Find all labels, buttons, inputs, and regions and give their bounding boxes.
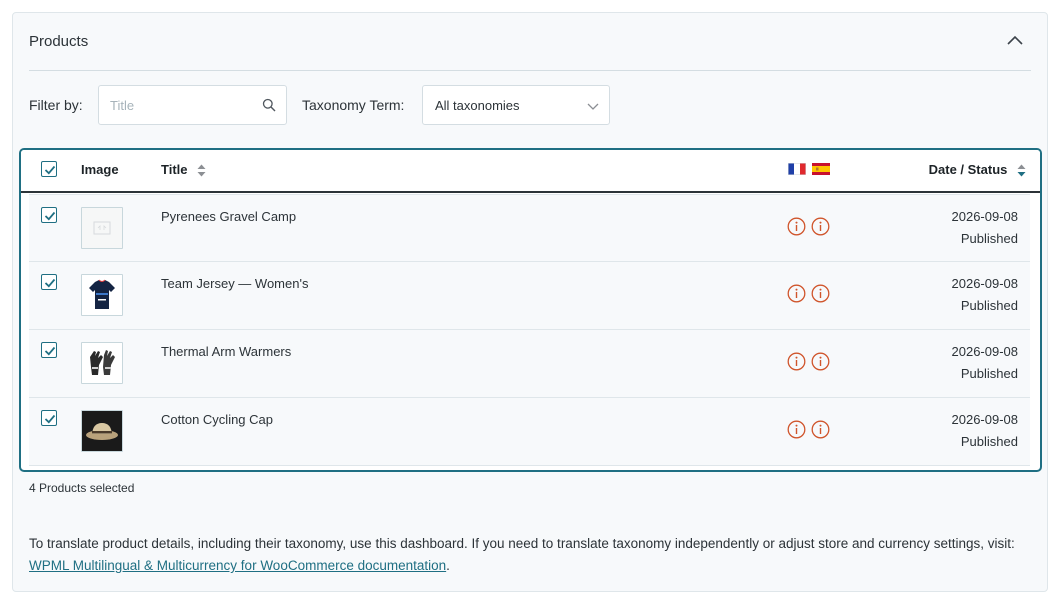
row-checkbox[interactable] <box>41 207 57 223</box>
taxonomy-select[interactable]: All taxonomies <box>422 85 610 125</box>
products-table: Image Title Date / Status Pyrenees Grave… <box>19 148 1042 472</box>
header-date-status[interactable]: Date / Status <box>929 162 1026 177</box>
product-date: 2026-09-08 <box>951 412 1019 427</box>
product-status: Published <box>960 231 1018 246</box>
product-thumbnail <box>81 342 123 384</box>
table-row: Thermal Arm Warmers 2026-09-08 Published <box>29 330 1030 398</box>
title-search-input[interactable] <box>100 87 255 123</box>
filter-label: Filter by: <box>29 97 83 113</box>
product-title: Pyrenees Gravel Camp <box>161 209 297 224</box>
products-panel: Products Filter by: Taxonomy Term: All t… <box>12 12 1048 592</box>
es-flag-icon <box>812 163 830 175</box>
product-title: Thermal Arm Warmers <box>161 344 292 359</box>
translation-needed-icon[interactable] <box>787 217 806 236</box>
translation-needed-icon[interactable] <box>811 217 830 236</box>
row-checkbox[interactable] <box>41 410 57 426</box>
taxonomy-label: Taxonomy Term: <box>302 97 405 113</box>
footer-text: To translate product details, including … <box>29 536 1015 551</box>
checkmark-icon <box>44 211 56 221</box>
row-checkbox[interactable] <box>41 274 57 290</box>
product-status: Published <box>960 434 1018 449</box>
translation-needed-icon[interactable] <box>787 284 806 303</box>
table-header: Image Title Date / Status <box>21 150 1040 193</box>
product-title: Cotton Cycling Cap <box>161 412 273 427</box>
title-search-box <box>98 85 287 125</box>
checkmark-icon <box>44 414 56 424</box>
selected-count: 4 Products selected <box>29 481 135 495</box>
documentation-link[interactable]: WPML Multilingual & Multicurrency for Wo… <box>29 558 446 573</box>
select-all-checkbox[interactable] <box>41 161 57 177</box>
product-title: Team Jersey — Women's <box>161 276 309 291</box>
header-title[interactable]: Title <box>161 162 206 177</box>
table-row: Team Jersey — Women's 2026-09-08 Publish… <box>29 262 1030 330</box>
translation-needed-icon[interactable] <box>811 284 830 303</box>
table-row: Cotton Cycling Cap 2026-09-08 Published <box>29 398 1030 466</box>
header-date-status-label: Date / Status <box>928 162 1008 177</box>
translation-needed-icon[interactable] <box>811 352 830 371</box>
search-icon[interactable] <box>262 98 276 112</box>
panel-header: Products <box>29 13 1031 71</box>
collapse-button[interactable] <box>1003 29 1027 53</box>
filter-row: Filter by: Taxonomy Term: All taxonomies <box>29 85 1031 125</box>
header-title-label: Title <box>161 162 188 177</box>
footer-note: To translate product details, including … <box>29 533 1029 577</box>
product-date: 2026-09-08 <box>951 209 1019 224</box>
panel-title: Products <box>29 33 89 50</box>
sort-icon <box>197 164 206 177</box>
gloves-image <box>82 343 122 383</box>
translation-needed-icon[interactable] <box>787 420 806 439</box>
chevron-down-icon <box>587 103 599 110</box>
row-checkbox[interactable] <box>41 342 57 358</box>
table-row: Pyrenees Gravel Camp 2026-09-08 Publishe… <box>29 194 1030 262</box>
product-date: 2026-09-08 <box>951 344 1019 359</box>
jersey-image <box>82 275 122 315</box>
product-status: Published <box>960 366 1018 381</box>
fr-flag-icon <box>788 163 806 175</box>
product-thumbnail <box>81 274 123 316</box>
checkmark-icon <box>44 346 56 356</box>
product-status: Published <box>960 298 1018 313</box>
chevron-up-icon <box>1007 35 1023 45</box>
translation-needed-icon[interactable] <box>787 352 806 371</box>
product-date: 2026-09-08 <box>951 276 1019 291</box>
checkmark-icon <box>44 165 56 175</box>
product-thumbnail <box>81 207 123 249</box>
header-image: Image <box>81 162 119 177</box>
placeholder-image-icon <box>82 208 122 248</box>
product-thumbnail <box>81 410 123 452</box>
checkmark-icon <box>44 278 56 288</box>
taxonomy-select-value: All taxonomies <box>435 98 520 113</box>
translation-needed-icon[interactable] <box>811 420 830 439</box>
footer-period: . <box>446 558 450 573</box>
cap-image <box>82 411 122 451</box>
sort-icon <box>1017 164 1026 177</box>
